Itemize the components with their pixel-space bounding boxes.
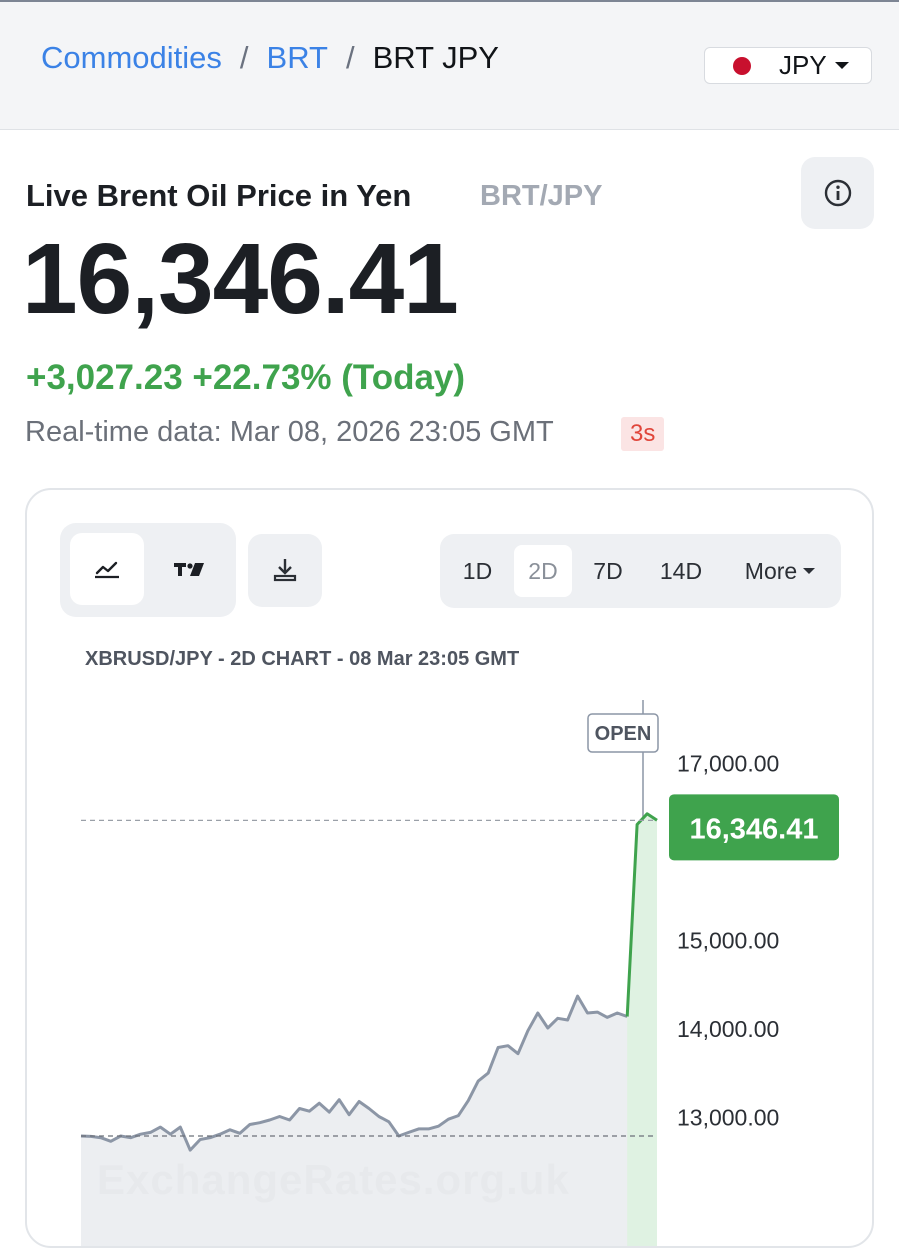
breadcrumb-separator: / (345, 40, 355, 75)
japan-flag-icon (733, 56, 751, 75)
chevron-down-icon (834, 62, 849, 69)
info-button[interactable] (801, 157, 874, 229)
breadcrumb-current: BRT JPY (372, 40, 499, 75)
chart-card: 1D 2D 7D 14D More XBRUSD/JPY - 2D CHART … (25, 488, 874, 1248)
price-chart: OPEN 17,000.00 15,000.00 14,000.00 13,000.00… (80, 700, 839, 1246)
y-tick-label: 13,000.00 (677, 1105, 779, 1131)
price-change: +3,027.23 +22.73% (Today) (26, 358, 466, 397)
page-title: Live Brent Oil Price in Yen (26, 178, 412, 213)
realtime-timestamp: Real-time data: Mar 08, 2026 23:05 GMT (25, 416, 554, 448)
current-price-tag-label: 16,346.41 (689, 813, 818, 845)
data-age-badge: 3s (621, 417, 665, 451)
breadcrumb: Commodities / BRT / BRT JPY (41, 40, 499, 76)
price-area-highlight (627, 813, 657, 1246)
current-price: 16,346.41 (22, 223, 459, 335)
y-tick-label: 15,000.00 (677, 928, 779, 954)
y-tick-label: 17,000.00 (677, 751, 779, 777)
breadcrumb-brt-link[interactable]: BRT (267, 40, 328, 76)
open-label: OPEN (595, 723, 652, 745)
currency-select[interactable]: JPY (704, 47, 872, 84)
info-icon (824, 179, 851, 207)
top-bar: Commodities / BRT / BRT JPY JPY (0, 0, 899, 130)
breadcrumb-commodities-link[interactable]: Commodities (41, 40, 222, 76)
pair-symbol: BRT/JPY (480, 180, 603, 212)
y-tick-label: 14,000.00 (677, 1016, 779, 1042)
currency-select-value: JPY (779, 50, 827, 80)
watermark: ExchangeRates.org.uk (97, 1156, 570, 1203)
breadcrumb-separator: / (239, 40, 249, 75)
